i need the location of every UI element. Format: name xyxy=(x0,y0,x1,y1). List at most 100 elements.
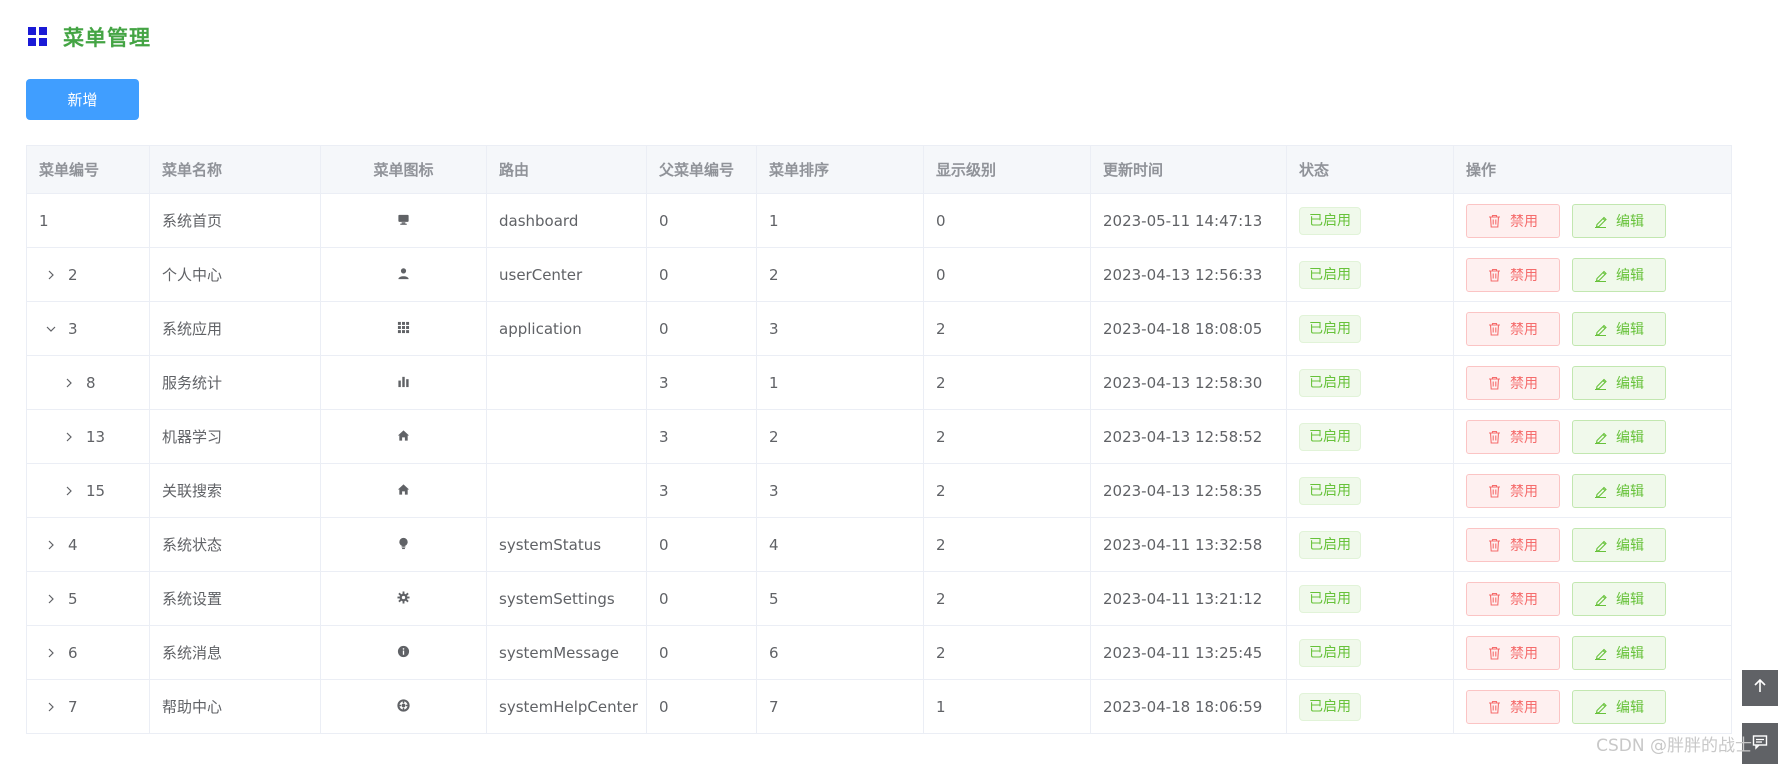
menu-id: 3 xyxy=(68,319,78,338)
chevron-right-icon[interactable] xyxy=(44,592,58,606)
cell-level: 0 xyxy=(923,193,1091,248)
cell-actions: 禁用 编辑 xyxy=(1453,409,1732,464)
edit-button[interactable]: 编辑 xyxy=(1572,689,1666,724)
cell-menu-id: 1 xyxy=(26,193,150,248)
header-actions: 操作 xyxy=(1453,145,1732,194)
disable-button[interactable]: 禁用 xyxy=(1466,419,1560,454)
table-row: 1 系统首页 dashboard 0 1 0 2023-05-11 14:47:13 已启用禁… xyxy=(26,193,1732,248)
header-menu-id: 菜单编号 xyxy=(26,145,150,194)
chevron-right-icon[interactable] xyxy=(62,430,76,444)
header-updated: 更新时间 xyxy=(1090,145,1287,194)
cell-updated: 2023-04-11 13:21:12 xyxy=(1090,571,1287,626)
cell-menu-icon xyxy=(320,301,487,356)
edit-button[interactable]: 编辑 xyxy=(1572,473,1666,508)
cell-route: dashboard xyxy=(486,193,647,248)
header-status: 状态 xyxy=(1286,145,1454,194)
edit-label: 编辑 xyxy=(1616,213,1644,230)
cell-updated: 2023-05-11 14:47:13 xyxy=(1090,193,1287,248)
cell-actions: 禁用 编辑 xyxy=(1453,571,1732,626)
edit-icon xyxy=(1595,378,1607,390)
cell-actions: 禁用 编辑 xyxy=(1453,463,1732,518)
home-icon xyxy=(397,428,410,446)
cell-level: 2 xyxy=(923,625,1091,680)
trash-icon xyxy=(1489,538,1500,552)
edit-button[interactable]: 编辑 xyxy=(1572,581,1666,616)
table-row: 4 系统状态 systemStatus 0 4 2 2023-04-11 13:32:58 已… xyxy=(26,517,1732,572)
header-order: 菜单排序 xyxy=(756,145,924,194)
menu-id: 15 xyxy=(86,481,106,500)
back-to-top-button[interactable] xyxy=(1742,670,1778,706)
cell-menu-icon xyxy=(320,247,487,302)
chevron-right-icon[interactable] xyxy=(62,376,76,390)
cell-route xyxy=(486,355,647,410)
disable-button[interactable]: 禁用 xyxy=(1466,365,1560,400)
cell-menu-id: 5 xyxy=(26,571,150,626)
cell-order: 5 xyxy=(756,571,924,626)
cell-menu-id: 15 xyxy=(26,463,150,518)
chevron-right-icon[interactable] xyxy=(44,646,58,660)
menu-id: 6 xyxy=(68,643,78,662)
cell-status: 已启用 xyxy=(1286,679,1454,734)
disable-button[interactable]: 禁用 xyxy=(1466,635,1560,670)
add-button[interactable]: 新增 xyxy=(26,79,139,120)
disable-label: 禁用 xyxy=(1510,483,1538,500)
cell-updated: 2023-04-18 18:08:05 xyxy=(1090,301,1287,356)
cell-menu-icon xyxy=(320,571,487,626)
edit-button[interactable]: 编辑 xyxy=(1572,203,1666,238)
chevron-right-icon[interactable] xyxy=(62,484,76,498)
disable-button[interactable]: 禁用 xyxy=(1466,581,1560,616)
cell-status: 已启用 xyxy=(1286,463,1454,518)
cell-menu-name: 个人中心 xyxy=(149,247,321,302)
cell-status: 已启用 xyxy=(1286,301,1454,356)
cell-menu-name: 帮助中心 xyxy=(149,679,321,734)
edit-button[interactable]: 编辑 xyxy=(1572,257,1666,292)
cell-status: 已启用 xyxy=(1286,571,1454,626)
cell-level: 1 xyxy=(923,679,1091,734)
disable-button[interactable]: 禁用 xyxy=(1466,527,1560,562)
edit-button[interactable]: 编辑 xyxy=(1572,365,1666,400)
cell-menu-id: 6 xyxy=(26,625,150,680)
disable-button[interactable]: 禁用 xyxy=(1466,203,1560,238)
chevron-down-icon[interactable] xyxy=(44,322,58,336)
cell-level: 2 xyxy=(923,571,1091,626)
edit-button[interactable]: 编辑 xyxy=(1572,311,1666,346)
cell-actions: 禁用 编辑 xyxy=(1453,517,1732,572)
edit-label: 编辑 xyxy=(1616,375,1644,392)
cell-menu-icon xyxy=(320,517,487,572)
cell-status: 已启用 xyxy=(1286,193,1454,248)
chevron-right-icon[interactable] xyxy=(44,268,58,282)
table-row: 6 系统消息 systemMessage 0 6 2 2023-04-11 13:25:45… xyxy=(26,625,1732,680)
edit-icon xyxy=(1595,540,1607,552)
cell-menu-icon xyxy=(320,679,487,734)
cell-menu-icon xyxy=(320,355,487,410)
cell-menu-name: 服务统计 xyxy=(149,355,321,410)
status-badge: 已启用 xyxy=(1299,476,1361,505)
chevron-right-icon[interactable] xyxy=(44,700,58,714)
menu-id: 2 xyxy=(68,265,78,284)
menu-id: 8 xyxy=(86,373,96,392)
edit-button[interactable]: 编辑 xyxy=(1572,635,1666,670)
cell-menu-icon xyxy=(320,625,487,680)
trash-icon xyxy=(1489,700,1500,714)
cell-order: 6 xyxy=(756,625,924,680)
edit-button[interactable]: 编辑 xyxy=(1572,527,1666,562)
disable-button[interactable]: 禁用 xyxy=(1466,473,1560,508)
chat-icon xyxy=(1752,734,1768,754)
table-row: 2 个人中心 userCenter 0 2 0 2023-04-13 12:56:33 已启用… xyxy=(26,247,1732,302)
cell-menu-name: 系统状态 xyxy=(149,517,321,572)
cell-menu-name: 系统应用 xyxy=(149,301,321,356)
watermark: CSDN @胖胖的战士 xyxy=(1596,736,1752,756)
disable-button[interactable]: 禁用 xyxy=(1466,689,1560,724)
cell-status: 已启用 xyxy=(1286,247,1454,302)
cell-actions: 禁用 编辑 xyxy=(1453,625,1732,680)
cell-menu-icon xyxy=(320,463,487,518)
cell-status: 已启用 xyxy=(1286,355,1454,410)
cell-parent-id: 0 xyxy=(646,247,757,302)
disable-button[interactable]: 禁用 xyxy=(1466,257,1560,292)
cell-route: systemHelpCenter xyxy=(486,679,647,734)
edit-button[interactable]: 编辑 xyxy=(1572,419,1666,454)
disable-button[interactable]: 禁用 xyxy=(1466,311,1560,346)
status-badge: 已启用 xyxy=(1299,530,1361,559)
chevron-right-icon[interactable] xyxy=(44,538,58,552)
cell-menu-name: 系统首页 xyxy=(149,193,321,248)
